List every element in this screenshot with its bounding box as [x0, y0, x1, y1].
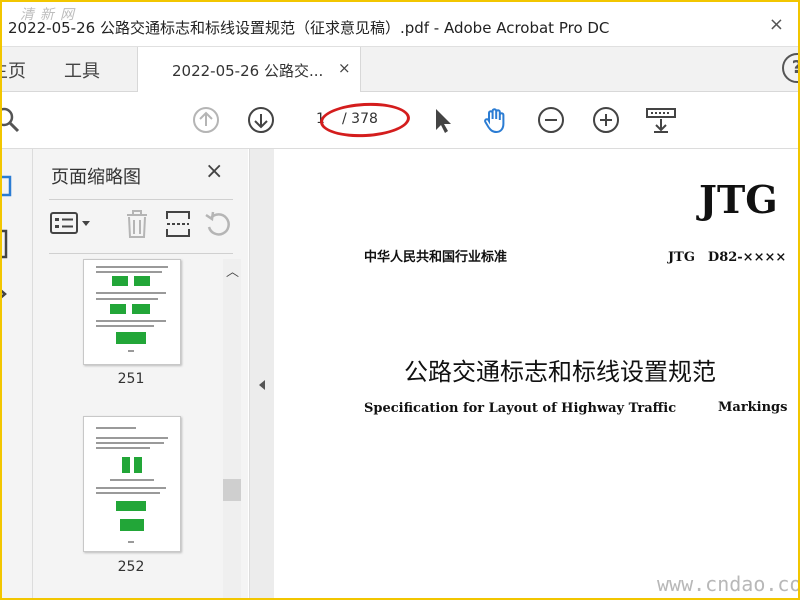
tab-close-button[interactable]: ×	[338, 59, 351, 77]
panel-splitter[interactable]	[249, 149, 275, 598]
document-title-english-end: Markings	[718, 400, 788, 415]
scrollbar-thumb[interactable]	[223, 479, 241, 501]
delete-icon[interactable]	[122, 209, 152, 239]
navigation-pane-strip	[0, 149, 33, 598]
divider	[49, 253, 233, 254]
thumbnail-page-label: 251	[117, 371, 145, 387]
thumbnail-scrollbar[interactable]: ︿	[223, 259, 241, 598]
zoom-in-icon[interactable]	[592, 106, 620, 134]
thumbnail-page-251[interactable]	[83, 259, 181, 365]
tab-document[interactable]: 2022-05-26 公路交... ×	[137, 47, 361, 92]
page-thumbnails-nav-icon[interactable]	[0, 173, 16, 199]
document-page: JTG 中华人民共和国行业标准 JTG D82-×××× 公路交通标志和标线设置…	[274, 149, 798, 598]
prev-page-icon[interactable]	[192, 106, 220, 134]
divider	[49, 199, 233, 200]
options-menu-icon[interactable]	[49, 209, 95, 239]
panel-close-button[interactable]: ×	[205, 159, 223, 184]
panel-title: 页面缩略图	[51, 167, 141, 188]
standard-code: JTG D82-××××	[668, 250, 787, 265]
document-title-english: Specification for Layout of Highway Traf…	[364, 401, 677, 416]
title-bar: 清新网 2022-05-26 公路交通标志和标线设置规范（征求意见稿）.pdf …	[2, 2, 798, 47]
window-close-button[interactable]: ×	[769, 14, 784, 35]
window-title: 2022-05-26 公路交通标志和标线设置规范（征求意见稿）.pdf - Ad…	[8, 19, 610, 37]
document-title-chinese: 公路交通标志和标线设置规范	[404, 358, 716, 386]
page-thumbnails-panel: 页面缩略图 × ︿ 251 252	[33, 149, 248, 598]
attachments-nav-icon[interactable]	[0, 284, 12, 304]
extract-pages-icon[interactable]	[163, 209, 193, 239]
zoom-out-icon[interactable]	[537, 106, 565, 134]
scroll-up-arrow[interactable]: ︿	[226, 261, 239, 280]
tab-bar: 主页 工具 2022-05-26 公路交... ×	[2, 47, 798, 92]
tab-tools[interactable]: 工具	[64, 57, 100, 83]
jtg-logo: JTG	[699, 177, 778, 222]
bookmarks-nav-icon[interactable]	[0, 229, 12, 259]
collapse-panel-icon[interactable]	[258, 379, 266, 391]
next-page-icon[interactable]	[247, 106, 275, 134]
standard-classification: 中华人民共和国行业标准	[364, 250, 508, 265]
page-display-icon[interactable]	[645, 106, 677, 134]
search-icon[interactable]	[0, 106, 22, 134]
select-cursor-icon[interactable]	[430, 106, 458, 134]
watermark: www.cndao.com	[657, 572, 800, 596]
thumbnail-page-252[interactable]	[83, 416, 181, 552]
tab-home[interactable]: 主页	[2, 57, 26, 83]
app-window: 清新网 2022-05-26 公路交通标志和标线设置规范（征求意见稿）.pdf …	[0, 0, 800, 600]
hand-tool-icon[interactable]	[482, 106, 510, 134]
rotate-icon[interactable]	[203, 209, 233, 239]
thumbnail-page-label: 252	[117, 559, 145, 575]
tab-document-label: 2022-05-26 公路交...	[172, 62, 324, 80]
